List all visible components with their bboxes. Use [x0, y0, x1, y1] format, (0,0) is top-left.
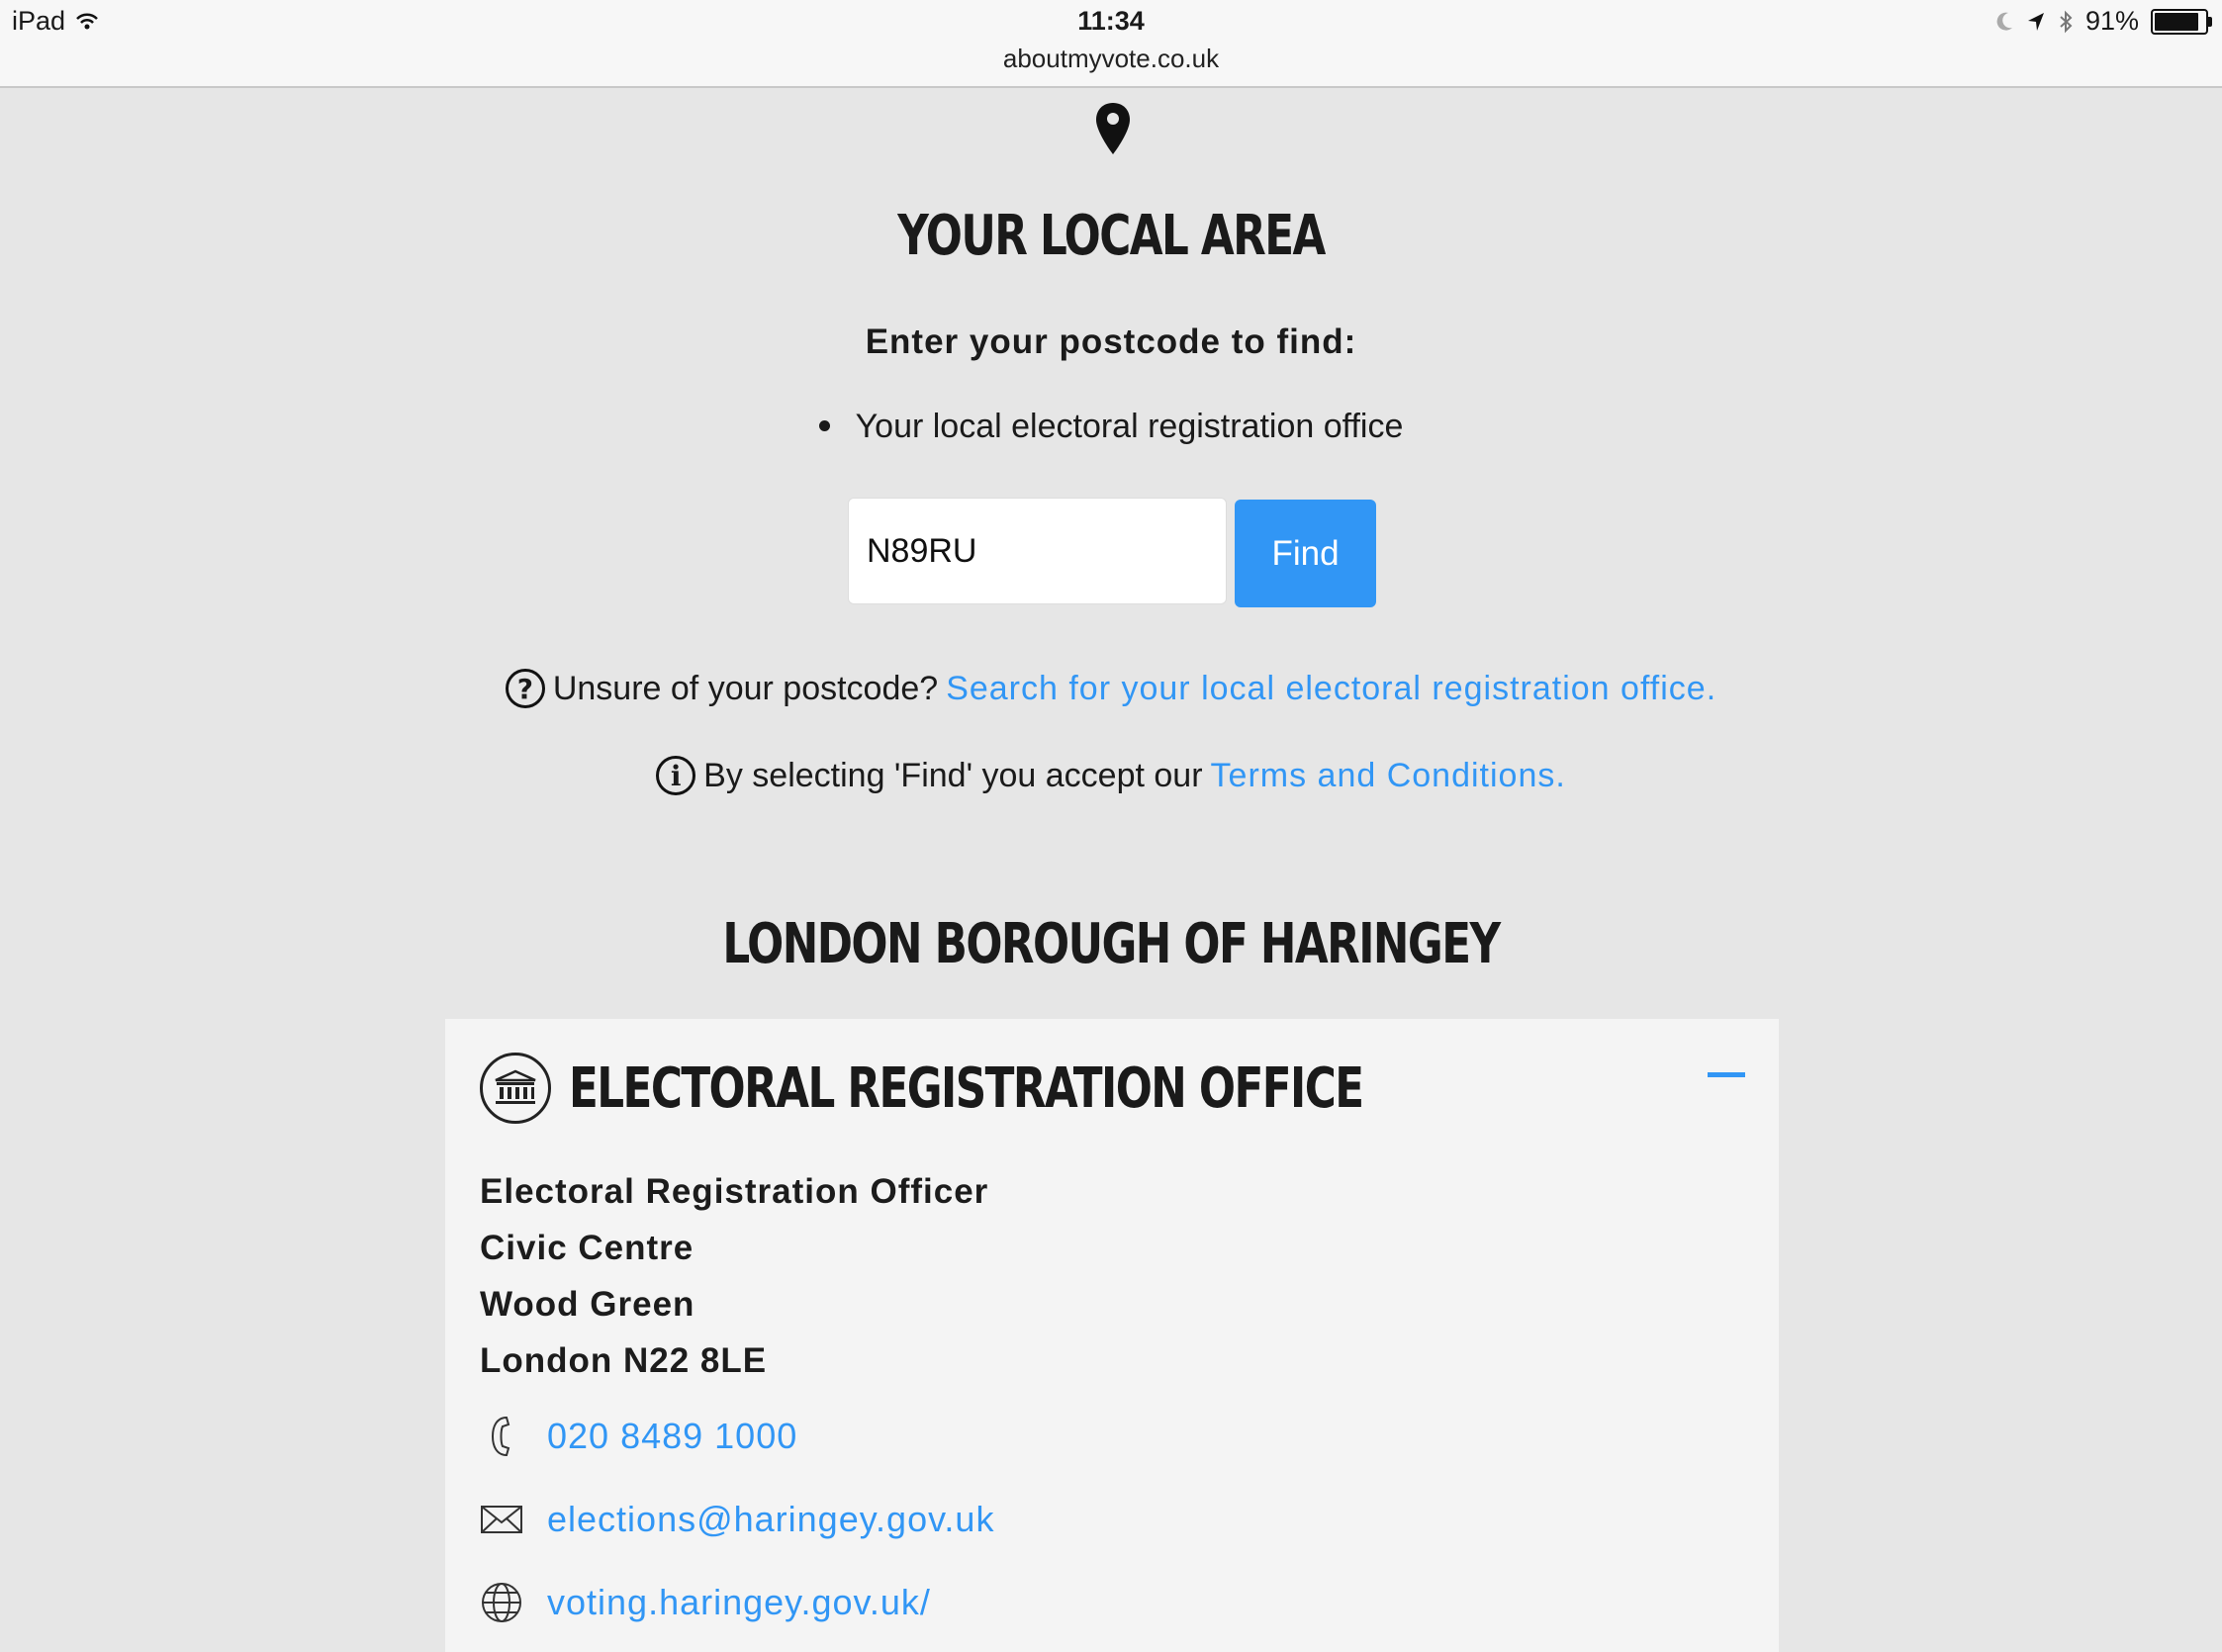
- battery-percent: 91%: [2084, 6, 2139, 36]
- find-button[interactable]: Find: [1235, 500, 1376, 607]
- clock: 11:34: [1077, 6, 1145, 36]
- terms-link[interactable]: Terms and Conditions.: [1211, 757, 1566, 795]
- status-right: 91%: [1994, 6, 2212, 37]
- battery-icon: [2151, 8, 2212, 35]
- address-line: Wood Green: [480, 1285, 695, 1324]
- address-line: London N22 8LE: [480, 1341, 768, 1380]
- moon-icon: [1996, 12, 2012, 31]
- bluetooth-icon: [2060, 10, 2073, 33]
- email-link[interactable]: elections@haringey.gov.uk: [547, 1499, 994, 1540]
- address-line: Electoral Registration Officer: [480, 1172, 989, 1211]
- info-icon: i: [656, 756, 696, 795]
- borough-title: LONDON BOROUGH OF HARINGEY: [722, 912, 1501, 976]
- unsure-text: Unsure of your postcode?: [552, 669, 939, 707]
- unsure-postcode-line: ? Unsure of your postcode? Search for yo…: [0, 669, 2222, 708]
- email-row: elections@haringey.gov.uk: [480, 1498, 994, 1541]
- address-line: Civic Centre: [480, 1229, 694, 1267]
- office-title: ELECTORAL REGISTRATION OFFICE: [569, 1055, 1364, 1121]
- postcode-input[interactable]: [848, 498, 1227, 604]
- phone-icon: [480, 1415, 523, 1458]
- website-link[interactable]: voting.haringey.gov.uk/: [547, 1582, 931, 1623]
- minus-icon[interactable]: [1708, 1072, 1745, 1077]
- envelope-icon: [480, 1498, 523, 1541]
- search-office-link[interactable]: Search for your local electoral registra…: [946, 670, 1716, 708]
- intro-text: Enter your postcode to find:: [865, 322, 1357, 361]
- status-bar: iPad 11:34 aboutmyvote.co.uk 91%: [0, 0, 2222, 88]
- phone-link[interactable]: 020 8489 1000: [547, 1416, 797, 1457]
- map-pin-icon: [1096, 103, 1130, 154]
- phone-row: 020 8489 1000: [480, 1415, 797, 1458]
- building-icon: [480, 1053, 551, 1124]
- office-panel: ELECTORAL REGISTRATION OFFICE Electoral …: [445, 1019, 1779, 1652]
- address-bar-url[interactable]: aboutmyvote.co.uk: [0, 44, 2222, 74]
- section-title: YOUR LOCAL AREA: [897, 204, 1326, 268]
- bullet-text: Your local electoral registration office: [855, 408, 1404, 445]
- bullet-item: Your local electoral registration office: [0, 408, 2222, 446]
- globe-icon: [480, 1581, 523, 1624]
- terms-line: i By selecting 'Find' you accept our Ter…: [0, 756, 2222, 795]
- battery-fill: [2155, 12, 2198, 31]
- website-row: voting.haringey.gov.uk/: [480, 1581, 931, 1624]
- office-address: Electoral Registration Officer Civic Cen…: [480, 1163, 988, 1389]
- panel-header[interactable]: ELECTORAL REGISTRATION OFFICE: [480, 1053, 1587, 1124]
- location-arrow-icon: [2027, 12, 2044, 31]
- question-icon: ?: [505, 669, 545, 708]
- terms-text: By selecting 'Find' you accept our: [703, 756, 1203, 794]
